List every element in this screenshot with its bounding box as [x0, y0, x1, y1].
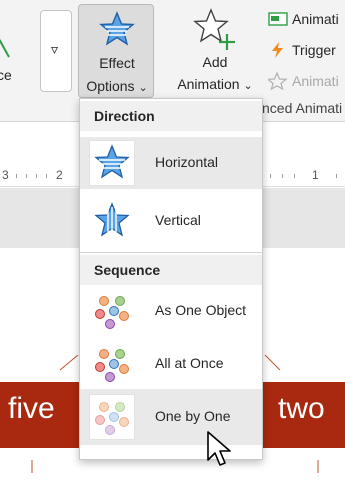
menu-item-vertical[interactable]: Vertical [80, 195, 262, 247]
star-effect-icon [99, 11, 135, 46]
partial-star-icon [0, 38, 10, 58]
dots-one-object-icon [89, 288, 135, 334]
trigger-label: Trigger [292, 42, 336, 58]
menu-item-as-one-object[interactable]: As One Object [80, 285, 262, 337]
chevron-down-icon: ⌄ [138, 82, 148, 94]
lightning-icon [272, 42, 283, 58]
sequence-header: Sequence [80, 255, 262, 285]
add-animation-label: Add [202, 54, 228, 70]
ruler-label: 3 [2, 168, 9, 182]
direction-header: Direction [80, 101, 262, 131]
dots-all-at-once-icon [89, 341, 135, 387]
banner-word-left[interactable]: five [8, 392, 55, 426]
animation-pane-label: Animati [292, 11, 339, 27]
as-one-object-label: As One Object [155, 302, 247, 318]
menu-item-horizontal[interactable]: Horizontal [80, 137, 262, 189]
dots-one-by-one-icon [89, 394, 135, 440]
group-label-advanced-animation: nced Animati [262, 100, 343, 116]
star-vertical-icon [89, 198, 135, 244]
gallery-item-label: ce [0, 67, 12, 83]
previous-gallery-item[interactable]: ce [0, 10, 36, 90]
mouse-cursor-icon [207, 431, 231, 466]
animation-pane-button[interactable]: Animati [268, 8, 339, 30]
more-chevron-icon: ▿ [51, 41, 59, 57]
vertical-label: Vertical [155, 212, 201, 228]
all-at-once-label: All at Once [155, 355, 224, 371]
menu-item-all-at-once[interactable]: All at Once [80, 338, 262, 390]
animation-painter-icon [268, 72, 288, 90]
ruler-label: 1 [312, 168, 319, 182]
one-by-one-label: One by One [155, 408, 231, 424]
trigger-button[interactable]: Trigger [268, 39, 336, 61]
add-animation-label-2: Animation ⌄ [177, 76, 253, 92]
menu-separator [80, 252, 262, 253]
effect-options-label: Effect [99, 55, 135, 71]
effect-options-button[interactable]: Effect Options ⌄ [78, 4, 154, 98]
horizontal-label: Horizontal [155, 154, 219, 170]
add-star-icon [193, 8, 235, 50]
ruler-label: 2 [56, 168, 63, 182]
star-horizontal-icon [89, 140, 135, 186]
gallery-more-button[interactable]: ▿ [40, 10, 72, 92]
effect-options-label-2: Options ⌄ [86, 78, 148, 94]
animation-pane-icon [268, 12, 288, 26]
animation-painter-button: Animati [268, 70, 339, 92]
animation-painter-label: Animati [292, 73, 339, 89]
effect-options-menu: Direction Horizontal Vertical Sequence A… [79, 98, 263, 460]
chevron-down-icon: ⌄ [243, 80, 253, 92]
banner-word-right[interactable]: two [278, 392, 325, 426]
